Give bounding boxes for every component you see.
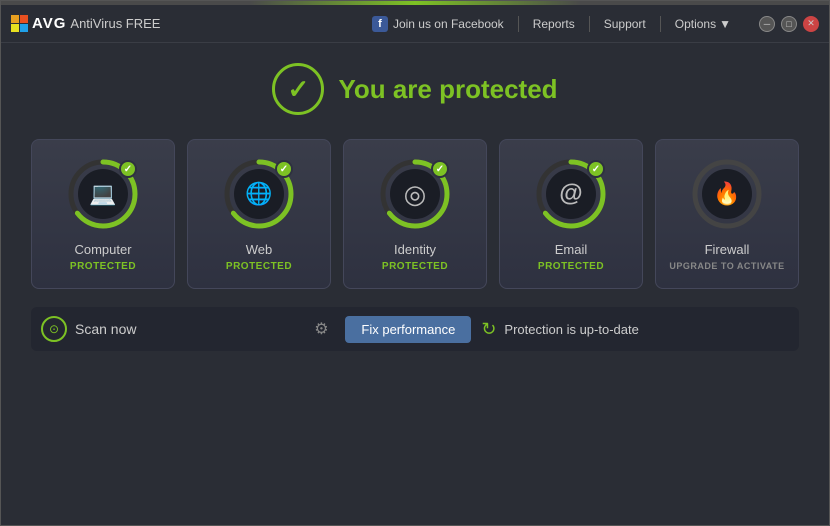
facebook-label: Join us on Facebook [393, 17, 504, 31]
close-button[interactable]: ✕ [803, 16, 819, 32]
options-chevron-icon: ▼ [719, 17, 731, 31]
web-icon-container: 🌐 ✓ [223, 158, 295, 230]
computer-card[interactable]: 💻 ✓ Computer PROTECTED [31, 139, 175, 289]
logo-squares [11, 15, 28, 32]
title-bar: AVG AntiVirus FREE f Join us on Facebook… [1, 5, 829, 43]
logo-sq-red [20, 15, 28, 23]
title-bar-left: AVG AntiVirus FREE [11, 15, 160, 32]
update-section: ↻ Protection is up-to-date [481, 319, 789, 340]
facebook-icon: f [372, 16, 388, 32]
web-icon: 🌐 [234, 169, 284, 219]
email-icon-container: @ ✓ [535, 158, 607, 230]
computer-check-badge: ✓ [119, 160, 137, 178]
scan-section: ⊙ Scan now [41, 316, 297, 342]
options-label: Options [675, 17, 716, 31]
computer-icon: 💻 [78, 169, 128, 219]
computer-card-name: Computer [74, 242, 131, 257]
logo-sq-blue [20, 24, 28, 32]
minimize-button[interactable]: ─ [759, 16, 775, 32]
options-link[interactable]: Options ▼ [675, 17, 731, 31]
update-label: Protection is up-to-date [504, 322, 638, 337]
web-card-name: Web [246, 242, 273, 257]
facebook-link[interactable]: f Join us on Facebook [372, 16, 504, 32]
protected-text: You are protected [338, 74, 557, 105]
web-card-status: PROTECTED [226, 261, 292, 272]
window-controls: ─ □ ✕ [759, 16, 819, 32]
email-card-name: Email [555, 242, 588, 257]
title-bar-right: f Join us on Facebook Reports Support Op… [372, 16, 819, 32]
bottom-bar: ⊙ Scan now ⚙ Fix performance ↻ Protectio… [31, 307, 799, 351]
web-card[interactable]: 🌐 ✓ Web PROTECTED [187, 139, 331, 289]
computer-icon-container: 💻 ✓ [67, 158, 139, 230]
firewall-icon-container: 🔥 [691, 158, 763, 230]
protected-check-icon [272, 63, 324, 115]
firewall-card[interactable]: 🔥 Firewall UPGRADE TO ACTIVATE [655, 139, 799, 289]
reports-link[interactable]: Reports [533, 17, 575, 31]
product-name: AntiVirus FREE [70, 16, 160, 31]
cards-grid: 💻 ✓ Computer PROTECTED 🌐 ✓ Web PROTECTE [31, 139, 799, 289]
protected-header: You are protected [272, 63, 557, 115]
web-check-badge: ✓ [275, 160, 293, 178]
firewall-card-name: Firewall [705, 242, 750, 257]
email-card-status: PROTECTED [538, 261, 604, 272]
update-icon: ↻ [481, 319, 496, 340]
restore-button[interactable]: □ [781, 16, 797, 32]
email-icon: @ [546, 169, 596, 219]
identity-icon-container: ◎ ✓ [379, 158, 451, 230]
logo-icon: AVG AntiVirus FREE [11, 15, 160, 32]
identity-card[interactable]: ◎ ✓ Identity PROTECTED [343, 139, 487, 289]
main-content: You are protected 💻 ✓ Computer PROTECTED [1, 43, 829, 525]
computer-card-status: PROTECTED [70, 261, 136, 272]
logo-sq-yellow [11, 24, 19, 32]
fix-performance-button[interactable]: Fix performance [345, 316, 471, 343]
divider-2 [589, 16, 590, 32]
logo-sq-orange [11, 15, 19, 23]
email-check-badge: ✓ [587, 160, 605, 178]
identity-card-status: PROTECTED [382, 261, 448, 272]
logo-text: AVG [32, 15, 66, 32]
divider-3 [660, 16, 661, 32]
email-card[interactable]: @ ✓ Email PROTECTED [499, 139, 643, 289]
firewall-card-status: UPGRADE TO ACTIVATE [669, 261, 784, 271]
identity-card-name: Identity [394, 242, 436, 257]
identity-icon: ◎ [390, 169, 440, 219]
identity-check-badge: ✓ [431, 160, 449, 178]
support-link[interactable]: Support [604, 17, 646, 31]
divider-1 [518, 16, 519, 32]
firewall-icon: 🔥 [702, 169, 752, 219]
main-window: AVG AntiVirus FREE f Join us on Facebook… [0, 0, 830, 526]
scan-icon: ⊙ [41, 316, 67, 342]
settings-gear-button[interactable]: ⚙ [307, 315, 335, 343]
scan-label[interactable]: Scan now [75, 321, 136, 337]
